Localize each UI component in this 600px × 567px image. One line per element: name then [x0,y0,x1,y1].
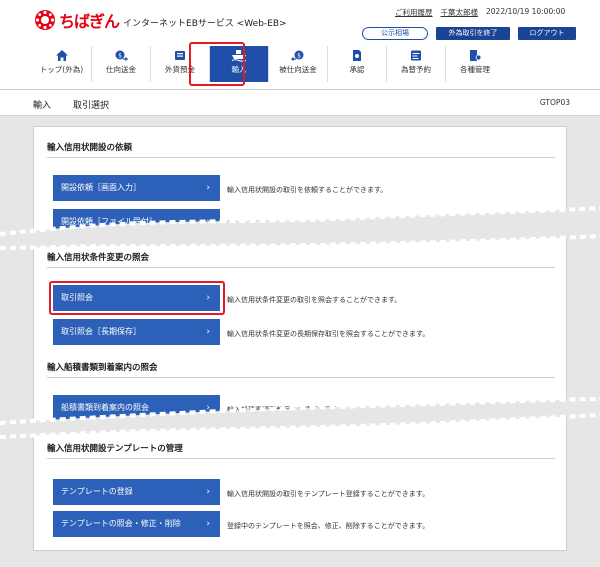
service-name: インターネットEBサービス <Web-EB> [123,18,287,29]
button-label: 開設依頼［画面入力］ [61,183,141,192]
chibagin-logo-icon [35,10,55,30]
nav-label-approval: 承認 [349,65,365,74]
nav-item-management[interactable]: 各種管理 [445,46,504,82]
home-icon [55,50,68,61]
section-divider [47,377,555,378]
nav-label-inward-remittance: 被仕向送金 [279,65,317,74]
section-title-lc-amendment: 輸入信用状条件変更の照会 [47,253,150,263]
utility-links: ご利用履歴 千葉太郎様 2022/10/19 10:00:00 [395,7,565,18]
breadcrumb-import: 輸入 [33,101,52,111]
nav-label-management: 各種管理 [460,65,490,74]
description: 輸入信用状条件変更の長期保存取引を照会することができます。 [227,330,430,338]
inward-remittance-icon: $ [291,50,304,61]
management-icon [470,50,482,61]
section-divider [47,458,555,459]
template-register-button[interactable]: テンプレートの登録 › [53,479,220,505]
nav-item-top[interactable]: トップ(外為) [32,46,91,82]
section-title-lc-request: 輸入信用状開設の依頼 [47,143,133,153]
button-label: テンプレートの照会・修正・削除 [61,519,181,528]
fx-contract-icon [411,50,421,61]
header-buttons: 公示相場 外為取引を終了 ログアウト [362,27,576,40]
omission-tear-band [0,206,600,250]
page-title: 取引選択 [73,101,110,111]
section-divider [47,157,555,158]
transaction-inquiry-archive-button[interactable]: 取引照会［長期保存］ › [53,319,220,345]
bank-logo[interactable]: ちばぎん インターネットEBサービス <Web-EB> [34,8,287,32]
chevron-right-icon: › [206,487,210,497]
logout-button[interactable]: ログアウト [518,27,576,40]
logo-text: ちばぎん [59,12,120,31]
chevron-right-icon: › [206,519,210,529]
user-name-link[interactable]: 千葉太郎様 [441,7,479,18]
svg-text:$: $ [297,52,301,59]
nav-item-inward-remittance[interactable]: $ 被仕向送金 [268,46,327,82]
login-timestamp: 2022/10/19 10:00:00 [486,7,566,16]
description: 輸入信用状開設の取引をテンプレート登録することができます。 [227,490,430,498]
nav-label-fx-contract: 為替予約 [401,65,431,74]
section-title-templates: 輸入信用状開設テンプレートの管理 [47,444,183,454]
nav-label-top: トップ(外為) [39,65,84,74]
end-fx-button[interactable]: 外為取引を終了 [436,27,510,40]
section-divider [47,267,555,268]
nav-item-approval[interactable]: 承認 [327,46,386,82]
nav-item-fx-contract[interactable]: 為替予約 [386,46,445,82]
chevron-right-icon: › [206,327,210,337]
button-label: テンプレートの登録 [61,487,133,496]
approval-icon [353,50,361,61]
description: 輸入信用状条件変更の取引を照会することができます。 [227,296,402,304]
svg-text:$: $ [118,52,122,59]
inquiry-button-highlight [49,281,225,315]
title-bar: 輸入 取引選択 GTOP03 [0,90,600,116]
template-manage-button[interactable]: テンプレートの照会・修正・削除 › [53,511,220,537]
nav-item-outward-remittance[interactable]: $ 仕向送金 [91,46,150,82]
button-label: 取引照会［長期保存］ [61,327,141,336]
header: ちばぎん インターネットEBサービス <Web-EB> ご利用履歴 千葉太郎様 … [0,0,600,90]
description: 登録中のテンプレートを照会、修正、削除することができます。 [227,522,430,530]
outward-remittance-icon: $ [115,50,128,61]
description: 輸入信用状開設の取引を依頼することができます。 [227,186,388,194]
chevron-right-icon: › [206,183,210,193]
omission-tear-band [0,397,600,439]
nav-label-outward-remittance: 仕向送金 [106,65,136,74]
usage-history-link[interactable]: ご利用履歴 [395,7,433,18]
public-rates-button[interactable]: 公示相場 [362,27,428,40]
nav-import-highlight [189,42,245,86]
lc-request-screen-button[interactable]: 開設依頼［画面入力］ › [53,175,220,201]
foreign-deposit-icon [175,51,185,60]
screen-id: GTOP03 [539,98,570,107]
global-nav: トップ(外為) $ 仕向送金 外貨預金 輸入 $ 被仕向送金 承認 為替予約 各… [32,46,504,82]
section-title-shipping-docs: 輸入船積書類到着案内の照会 [47,363,158,373]
main-panel: 輸入信用状開設の依頼 開設依頼［画面入力］ › 輸入信用状開設の取引を依頼するこ… [33,126,567,551]
